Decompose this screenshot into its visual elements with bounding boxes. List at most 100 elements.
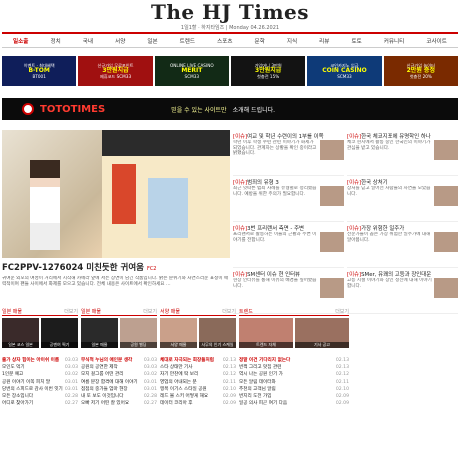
list-item[interactable]: 스타 상태만 기사 02.13 — [160, 364, 236, 371]
hero-article[interactable]: FC2PPV-1276024 미친듯한 귀여움 FC2 귀여운 외모의 여성이 … — [2, 130, 230, 306]
article-thumbnail[interactable] — [320, 278, 344, 298]
nav-item-0[interactable]: 일소출 — [13, 37, 28, 45]
article-body: 프리랜서로 활동하는 이들의 근황과 주변 이야기를 전합니다. — [233, 232, 344, 264]
section-more-link[interactable]: 더보기 — [143, 308, 157, 315]
article-item[interactable]: [이슈]3번 프리랜서 측면 - 주변 프리랜서로 활동하는 이들의 근황과 주변… — [233, 222, 344, 268]
list-item[interactable]: 정말 이건 기다리지 없는다 02.13 — [239, 357, 349, 364]
nav-item-11[interactable]: 커뮤니티 — [384, 37, 405, 45]
article-snippet: 전문가들이 꼽은 가장 위험한 일주가에 대해 알아봅니다. — [347, 232, 431, 243]
nav-item-4[interactable]: 일본 — [147, 37, 157, 45]
article-title[interactable]: [이슈]SMer, 유쾌의 고등과 장인대운 — [347, 270, 458, 277]
article-item[interactable]: [이슈]한국 상처기 상처를 딛고 일어선 사람들의 사연을 모았습니다. — [347, 176, 458, 222]
list-item-title: 역시 나는 공원 인기 가 — [239, 372, 283, 378]
list-item[interactable]: 데이터 코리아 후 02.09 — [160, 400, 236, 407]
article-title[interactable]: [이슈]여교 및 학년 수련이의 1부를 이쪽 — [233, 132, 344, 139]
article-thumbnail[interactable] — [434, 140, 458, 160]
list-item[interactable]: 점점의 중가들 엄마 현장 03.01 — [81, 386, 157, 393]
list-item[interactable]: 내 또 보도 이것입니다 02.28 — [81, 393, 157, 400]
list-item[interactable]: 번지리 도전 가입 02.09 — [239, 393, 349, 400]
article-snippet: 상처를 딛고 일어선 사람들의 사연을 모았습니다. — [347, 186, 431, 197]
list-item[interactable]: 번쩍 그리고 맛집 관련 02.13 — [239, 364, 349, 371]
list-item[interactable]: 모든 알림 데이터와 02.11 — [239, 379, 349, 386]
ad-banner-2[interactable]: ONLINE LIVE CASINO MERIT SCM33 — [154, 56, 229, 86]
article-thumbnail[interactable] — [434, 232, 458, 252]
section-thumb[interactable]: 기사 공고 — [295, 318, 349, 348]
nav-item-1[interactable]: 정치 — [50, 37, 60, 45]
nav-item-9[interactable]: 리뷰 — [319, 37, 329, 45]
article-thumbnail[interactable] — [434, 186, 458, 206]
section-more-link[interactable]: 더보기 — [64, 308, 78, 315]
article-item[interactable]: [이슈]여교 및 학년 수련이의 1부를 이쪽 학년 이후 학생 수련 관련 이야… — [233, 130, 344, 176]
list-item[interactable]: 공원 이야기 이쪽 피치 말 03.01 — [2, 379, 78, 386]
list-item[interactable]: 어디로 찾아가기 02.27 — [2, 400, 78, 407]
site-logo[interactable]: The HJ Times — [0, 0, 460, 24]
list-item[interactable]: 역시 나는 공원 인기 가 02.12 — [239, 371, 349, 378]
nav-item-10[interactable]: 토토 — [351, 37, 361, 45]
list-item[interactable]: 모지 걸그룹 어떤 관리 03.02 — [81, 371, 157, 378]
nav-item-7[interactable]: 문학 — [255, 37, 265, 45]
section-title[interactable]: 서양 매물 — [160, 308, 180, 315]
article-title[interactable]: [이슈]가장 위험한 일주가 — [347, 224, 458, 231]
hero-title[interactable]: FC2PPV-1276024 미친듯한 귀여움 FC2 — [2, 262, 230, 274]
nav-item-12[interactable]: 코사이트 — [426, 37, 447, 45]
article-item[interactable]: [이슈]가장 위험한 일주가 전문가들이 꼽은 가장 위험한 일주가에 대해 알아… — [347, 222, 458, 268]
hero-image[interactable] — [2, 130, 230, 258]
list-item[interactable]: 모든 장소입니다 02.28 — [2, 393, 78, 400]
ad-banner-5[interactable]: 신규가입 놀이터 2만원 증정 첫충전 20% — [383, 56, 458, 86]
section-thumb[interactable]: 일본 매물 — [81, 318, 118, 348]
section-title[interactable]: 트렌드 — [239, 308, 253, 315]
list-item[interactable]: 당번의 스피드로 감사 이번 잇기 03.01 — [2, 386, 78, 393]
nav-item-5[interactable]: 트렌드 — [180, 37, 195, 45]
section-thumb[interactable]: 사무의 인기 스케일 — [199, 318, 236, 348]
list-item[interactable]: 영업의 아내되는 분 02.11 — [160, 379, 236, 386]
nav-item-8[interactable]: 지식 — [287, 37, 297, 45]
section-list: 출가 상자 힘이는 아이쉬 이름 03.03 모인도 먹기 03.03 1인분 예고 03… — [2, 357, 78, 407]
ad-banner-4[interactable]: 코인카지노 입금 COIN CASINO SCM33 — [307, 56, 382, 86]
list-item[interactable]: 일공 의사 피곤 여기 다음 02.09 — [239, 400, 349, 407]
article-title[interactable]: [이슈]3번 프리랜서 측면 - 주변 — [233, 224, 344, 231]
section-title[interactable]: 일본 매물 — [81, 308, 101, 315]
article-title[interactable]: [이슈]SM센터 이슈 현 인터뷰 — [233, 270, 344, 277]
ad-banner-1[interactable]: 신규가입 무료포인트 3만원지급 제휴코드 SCM33 — [78, 56, 153, 86]
nav-item-3[interactable]: 서양 — [115, 37, 125, 45]
article-thumbnail[interactable] — [320, 186, 344, 206]
article-title[interactable]: [이슈]범죄의 유형 3 — [233, 178, 344, 185]
list-item[interactable]: 1인분 예고 03.02 — [2, 371, 78, 378]
section-thumb[interactable]: 서양 매물 — [160, 318, 197, 348]
list-item[interactable]: 자기 만찬에 딱 보리 02.12 — [160, 371, 236, 378]
article-item[interactable]: [이슈]SMer, 유쾌의 고등과 장인대운 고등 시절 이야기와 장인 정신에 … — [347, 268, 458, 314]
list-item[interactable]: 무식적 누님의 애인분 생각 03.03 — [81, 357, 157, 364]
list-item[interactable]: 오빠 저기 어떤 잘 있어요 02.27 — [81, 400, 157, 407]
article-item[interactable]: [이슈]한국 체코지포에 유명학인 하나 체코 현지에서 활동 중인 한국인의 이… — [347, 130, 458, 176]
article-category: [이슈] — [347, 180, 362, 185]
section-thumb[interactable]: 일본 코스 일본 — [2, 318, 39, 348]
section-thumbs: 일본 매물 공원 벨딩 — [81, 318, 157, 348]
nav-item-2[interactable]: 국내 — [83, 37, 93, 45]
list-item[interactable]: 공원의 공연한 제작 03.03 — [81, 364, 157, 371]
section-more-link[interactable]: 더보기 — [335, 308, 349, 315]
article-item[interactable]: [이슈]범죄의 유형 3 최근 잇따른 범죄 사례를 유형별로 정리했습니다. 예… — [233, 176, 344, 222]
ad-banner-3[interactable]: 가입머니 3만원 3만원지급 첫충전 15% — [230, 56, 306, 86]
list-item[interactable]: 체대로 자극되는 회장들처럼 02.13 — [160, 357, 236, 364]
tototimes-banner[interactable]: TOTOTIMES 믿을 수 있는 사이트만 소개해 드립니다. — [2, 98, 458, 120]
article-title-text: 3번 프리랜서 측면 - 주변 — [247, 226, 304, 231]
section-thumb[interactable]: 공원 벨딩 — [120, 318, 157, 348]
list-item[interactable]: 맹목 이기스 스타일 공원 02.10 — [160, 386, 236, 393]
section-thumb[interactable]: 공벤여 찍기 — [41, 318, 78, 348]
article-category: [이슈] — [347, 226, 362, 231]
list-item[interactable]: 레드 볼 스키 어떻게 해요 02.09 — [160, 393, 236, 400]
article-title[interactable]: [이슈]한국 상처기 — [347, 178, 458, 185]
article-thumbnail[interactable] — [434, 278, 458, 298]
article-thumbnail[interactable] — [320, 232, 344, 252]
list-item[interactable]: 여름 분장 합격에 대해 이야기 03.01 — [81, 379, 157, 386]
list-item[interactable]: 모인도 먹기 03.03 — [2, 364, 78, 371]
nav-item-6[interactable]: 스포츠 — [217, 37, 232, 45]
ad-banner-0[interactable]: 이벤트 · 최대혜택 B-TOM BT001 — [2, 56, 77, 86]
article-thumbnail[interactable] — [320, 140, 344, 160]
section-thumb[interactable]: 트렌드 자체 — [239, 318, 293, 348]
list-item[interactable]: 출가 상자 힘이는 아이쉬 이름 03.03 — [2, 357, 78, 364]
article-title[interactable]: [이슈]한국 체코지포에 유명학인 하나 — [347, 132, 458, 139]
section-title[interactable]: 일본 매물 — [2, 308, 22, 315]
section-more-link[interactable]: 더보기 — [222, 308, 236, 315]
list-item[interactable]: 추천의 고객님 알림 02.10 — [239, 386, 349, 393]
